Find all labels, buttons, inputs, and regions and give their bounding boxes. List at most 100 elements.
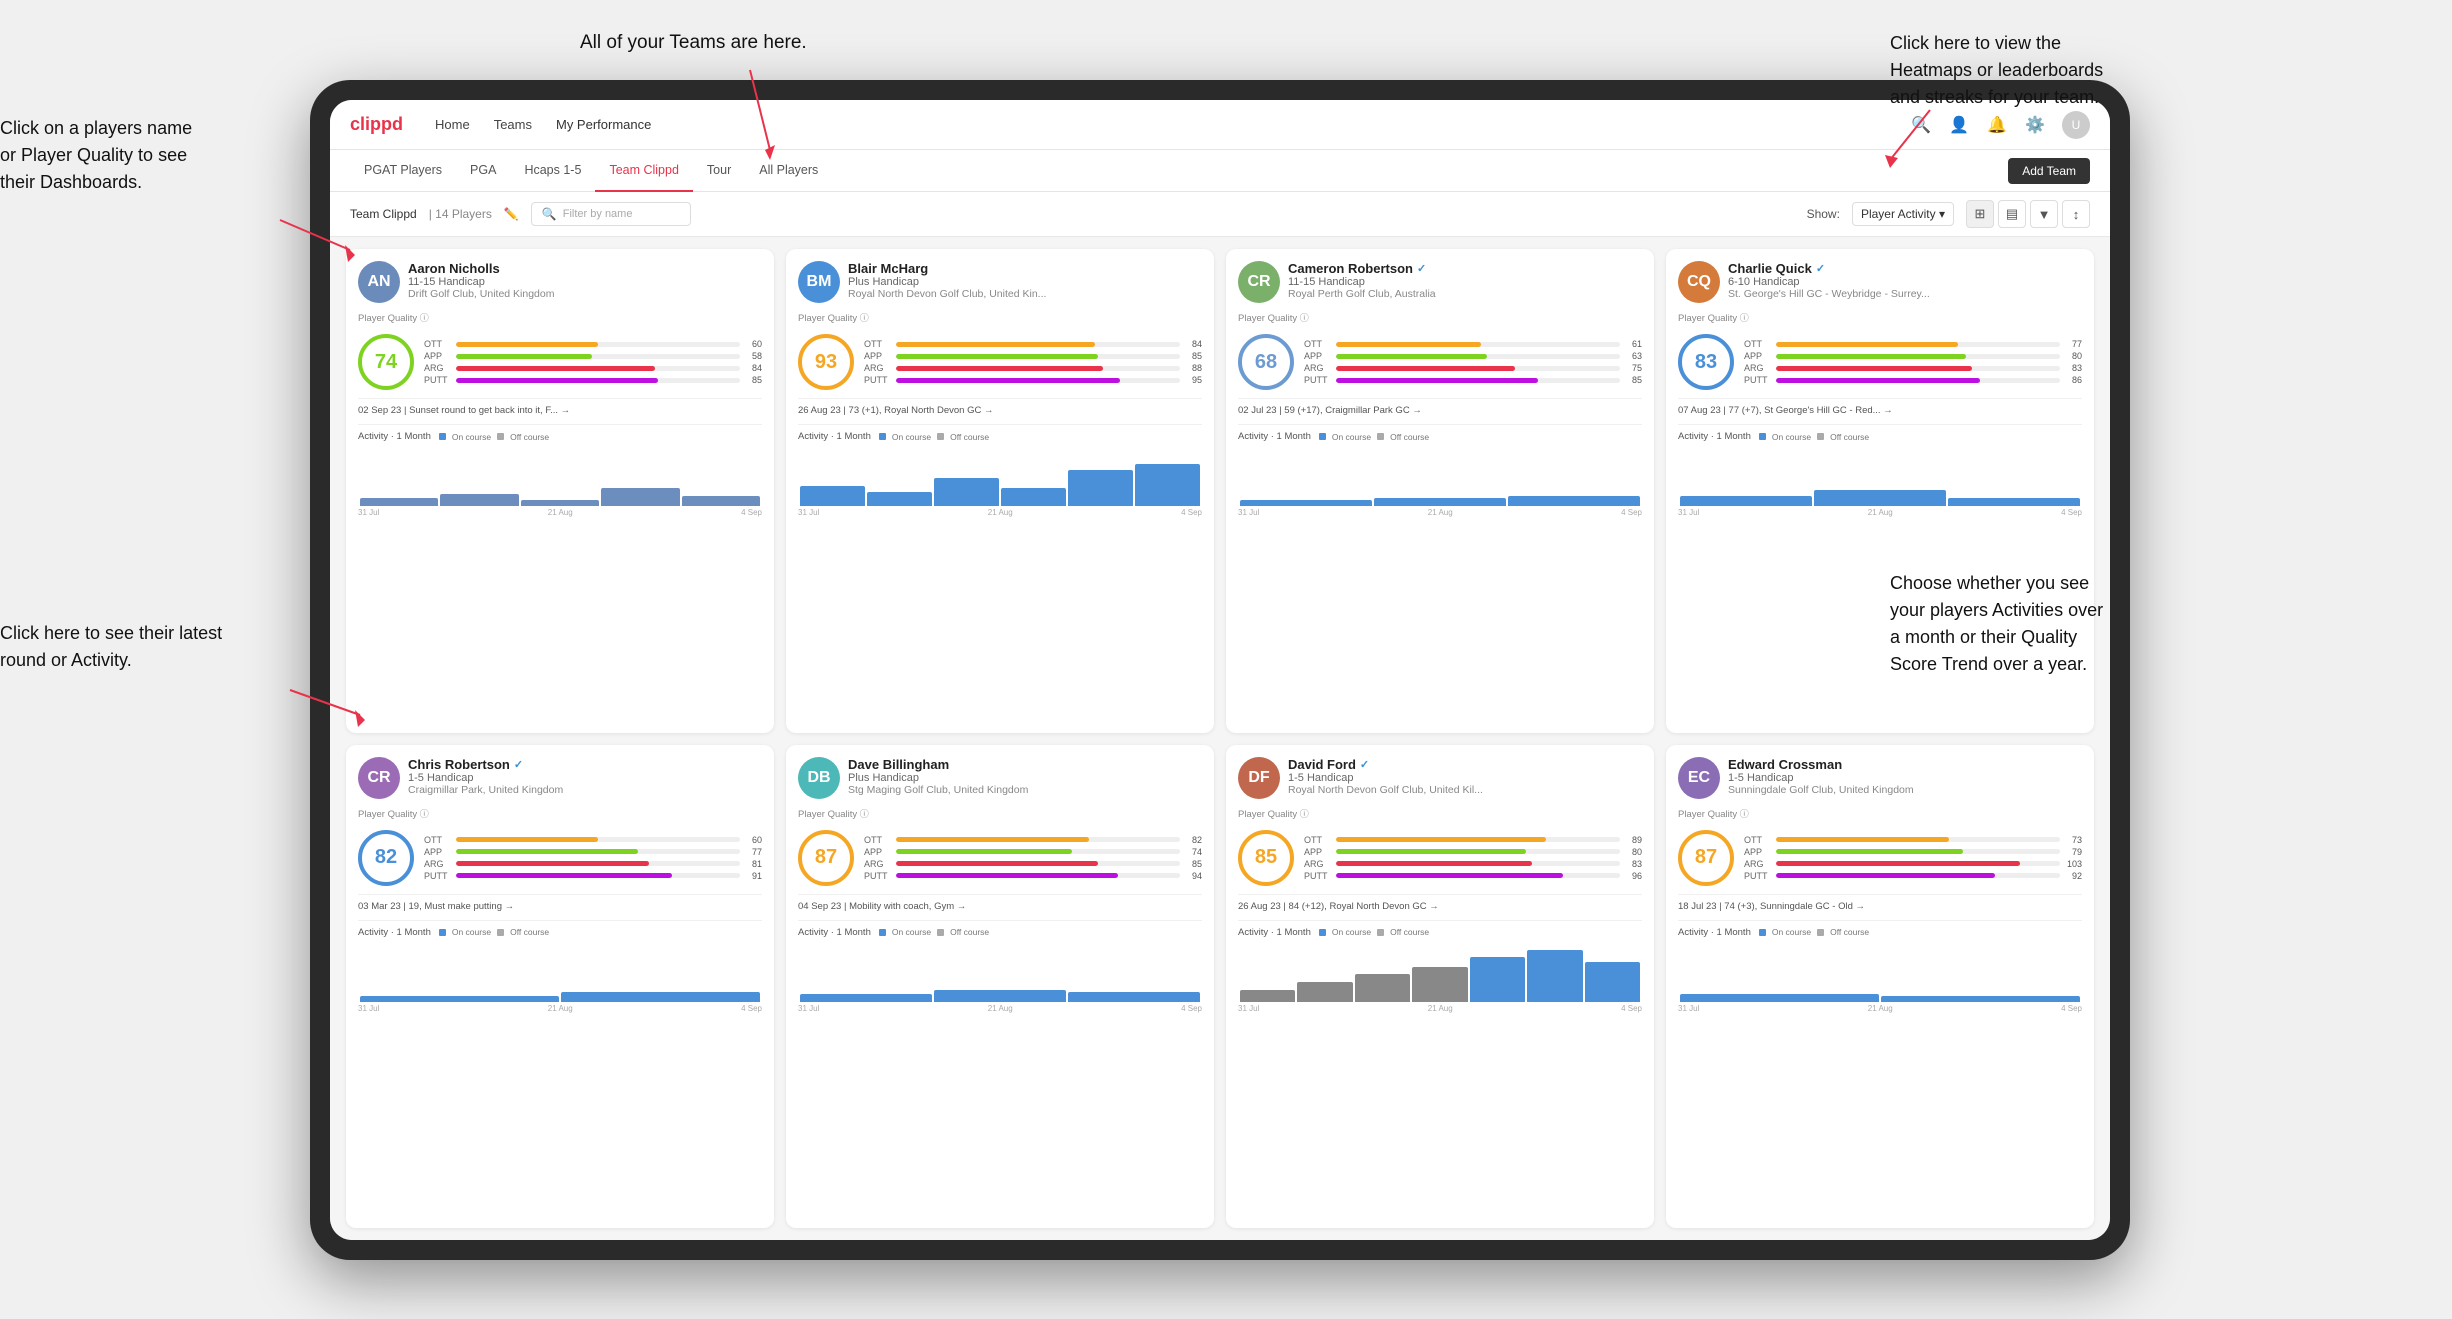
player-avatar[interactable]: EC bbox=[1678, 757, 1720, 799]
filter-view-button[interactable]: ▼ bbox=[2030, 200, 2058, 228]
chart-area bbox=[358, 942, 762, 1002]
grid-view-button[interactable]: ⊞ bbox=[1966, 200, 1994, 228]
tab-team-clippd[interactable]: Team Clippd bbox=[595, 150, 692, 192]
bar-value-ott: 89 bbox=[1624, 835, 1642, 845]
bar-label-ott: OTT bbox=[424, 835, 452, 845]
on-course-dot bbox=[1319, 929, 1326, 936]
show-select[interactable]: Player Activity ▾ bbox=[1852, 202, 1954, 226]
quality-circle[interactable]: 87 bbox=[798, 830, 854, 886]
player-name[interactable]: Chris Robertson ✓ bbox=[408, 757, 762, 772]
player-avatar[interactable]: CR bbox=[358, 757, 400, 799]
bar-value-app: 80 bbox=[2064, 351, 2082, 361]
chart-bar bbox=[440, 494, 518, 506]
quality-bars: OTT 60 APP 58 ARG 84 PU bbox=[424, 339, 762, 385]
add-team-button[interactable]: Add Team bbox=[2008, 158, 2090, 184]
bar-track-ott bbox=[1776, 837, 2060, 842]
player-name[interactable]: Blair McHarg bbox=[848, 261, 1202, 276]
nav-performance[interactable]: My Performance bbox=[556, 113, 651, 136]
chart-label-mid: 21 Aug bbox=[1868, 1004, 1893, 1013]
latest-round[interactable]: 07 Aug 23 | 77 (+7), St George's Hill GC… bbox=[1678, 398, 2082, 416]
chart-bar bbox=[521, 500, 599, 506]
player-info: Blair McHarg Plus Handicap Royal North D… bbox=[848, 261, 1202, 300]
bar-row-app: APP 85 bbox=[864, 351, 1202, 361]
avatar[interactable]: U bbox=[2062, 111, 2090, 139]
player-avatar[interactable]: DB bbox=[798, 757, 840, 799]
card-header: AN Aaron Nicholls 11-15 Handicap Drift G… bbox=[358, 261, 762, 303]
latest-round[interactable]: 04 Sep 23 | Mobility with coach, Gym → bbox=[798, 894, 1202, 912]
bell-icon[interactable]: 🔔 bbox=[1986, 114, 2008, 136]
quality-circle[interactable]: 87 bbox=[1678, 830, 1734, 886]
latest-round[interactable]: 26 Aug 23 | 84 (+12), Royal North Devon … bbox=[1238, 894, 1642, 912]
nav-home[interactable]: Home bbox=[435, 113, 470, 136]
quality-circle[interactable]: 68 bbox=[1238, 334, 1294, 390]
latest-round[interactable]: 02 Jul 23 | 59 (+17), Craigmillar Park G… bbox=[1238, 398, 1642, 416]
nav-teams[interactable]: Teams bbox=[494, 113, 532, 136]
player-card[interactable]: BM Blair McHarg Plus Handicap Royal Nort… bbox=[786, 249, 1214, 733]
quality-section: 85 OTT 89 APP 80 ARG 83 bbox=[1238, 830, 1642, 886]
bar-row-putt: PUTT 94 bbox=[864, 871, 1202, 881]
bar-value-putt: 86 bbox=[2064, 375, 2082, 385]
search-icon-small: 🔍 bbox=[542, 207, 557, 221]
activity-header: Activity · 1 Month On course Off course bbox=[1678, 431, 2082, 442]
player-name[interactable]: Cameron Robertson ✓ bbox=[1288, 261, 1642, 276]
chart-area bbox=[798, 446, 1202, 506]
on-course-dot bbox=[879, 433, 886, 440]
player-avatar[interactable]: CR bbox=[1238, 261, 1280, 303]
quality-circle[interactable]: 74 bbox=[358, 334, 414, 390]
sort-view-button[interactable]: ↕ bbox=[2062, 200, 2090, 228]
card-header: CQ Charlie Quick ✓ 6-10 Handicap St. Geo… bbox=[1678, 261, 2082, 303]
activity-header: Activity · 1 Month On course Off course bbox=[798, 927, 1202, 938]
player-card[interactable]: EC Edward Crossman 1-5 Handicap Sunningd… bbox=[1666, 745, 2094, 1229]
player-card[interactable]: CR Chris Robertson ✓ 1-5 Handicap Craigm… bbox=[346, 745, 774, 1229]
user-icon[interactable]: 👤 bbox=[1948, 114, 1970, 136]
player-name[interactable]: Dave Billingham bbox=[848, 757, 1202, 772]
player-info: Chris Robertson ✓ 1-5 Handicap Craigmill… bbox=[408, 757, 762, 796]
nav-logo[interactable]: clippd bbox=[350, 114, 403, 135]
activity-header: Activity · 1 Month On course Off course bbox=[358, 431, 762, 442]
player-name[interactable]: Edward Crossman bbox=[1728, 757, 2082, 772]
latest-round[interactable]: 26 Aug 23 | 73 (+1), Royal North Devon G… bbox=[798, 398, 1202, 416]
quality-circle[interactable]: 82 bbox=[358, 830, 414, 886]
player-card[interactable]: AN Aaron Nicholls 11-15 Handicap Drift G… bbox=[346, 249, 774, 733]
activity-header: Activity · 1 Month On course Off course bbox=[1678, 927, 2082, 938]
bar-row-app: APP 80 bbox=[1744, 351, 2082, 361]
latest-round[interactable]: 18 Jul 23 | 74 (+3), Sunningdale GC - Ol… bbox=[1678, 894, 2082, 912]
chart-bar bbox=[682, 496, 760, 506]
tab-hcaps[interactable]: Hcaps 1-5 bbox=[510, 150, 595, 192]
bar-track-app bbox=[1336, 849, 1620, 854]
bar-label-arg: ARG bbox=[1304, 363, 1332, 373]
bar-label-ott: OTT bbox=[864, 835, 892, 845]
quality-label: Player Quality ⓘ bbox=[1238, 311, 1642, 324]
player-card[interactable]: DF David Ford ✓ 1-5 Handicap Royal North… bbox=[1226, 745, 1654, 1229]
player-card[interactable]: DB Dave Billingham Plus Handicap Stg Mag… bbox=[786, 745, 1214, 1229]
quality-section: 82 OTT 60 APP 77 ARG 81 bbox=[358, 830, 762, 886]
settings-icon[interactable]: ⚙️ bbox=[2024, 114, 2046, 136]
quality-circle[interactable]: 93 bbox=[798, 334, 854, 390]
bar-value-app: 80 bbox=[1624, 847, 1642, 857]
off-course-dot bbox=[937, 929, 944, 936]
tab-pgat[interactable]: PGAT Players bbox=[350, 150, 456, 192]
quality-bars: OTT 61 APP 63 ARG 75 PU bbox=[1304, 339, 1642, 385]
bar-track-app bbox=[456, 849, 740, 854]
player-avatar[interactable]: CQ bbox=[1678, 261, 1720, 303]
filter-input[interactable]: 🔍 Filter by name bbox=[531, 202, 691, 226]
latest-round[interactable]: 03 Mar 23 | 19, Must make putting → bbox=[358, 894, 762, 912]
player-name[interactable]: Aaron Nicholls bbox=[408, 261, 762, 276]
quality-circle[interactable]: 85 bbox=[1238, 830, 1294, 886]
list-view-button[interactable]: ▤ bbox=[1998, 200, 2026, 228]
quality-circle[interactable]: 83 bbox=[1678, 334, 1734, 390]
player-name[interactable]: Charlie Quick ✓ bbox=[1728, 261, 2082, 276]
edit-icon[interactable]: ✏️ bbox=[504, 207, 519, 221]
player-avatar[interactable]: DF bbox=[1238, 757, 1280, 799]
player-card[interactable]: CR Cameron Robertson ✓ 11-15 Handicap Ro… bbox=[1226, 249, 1654, 733]
player-name[interactable]: David Ford ✓ bbox=[1288, 757, 1642, 772]
bar-track-ott bbox=[1336, 837, 1620, 842]
chart-label-end: 4 Sep bbox=[1621, 508, 1642, 517]
activity-section: Activity · 1 Month On course Off course … bbox=[1238, 920, 1642, 1013]
bar-label-app: APP bbox=[1744, 351, 1772, 361]
player-avatar[interactable]: BM bbox=[798, 261, 840, 303]
activity-title: Activity · 1 Month bbox=[358, 431, 431, 442]
tab-pga[interactable]: PGA bbox=[456, 150, 510, 192]
latest-round[interactable]: 02 Sep 23 | Sunset round to get back int… bbox=[358, 398, 762, 416]
bar-value-ott: 77 bbox=[2064, 339, 2082, 349]
